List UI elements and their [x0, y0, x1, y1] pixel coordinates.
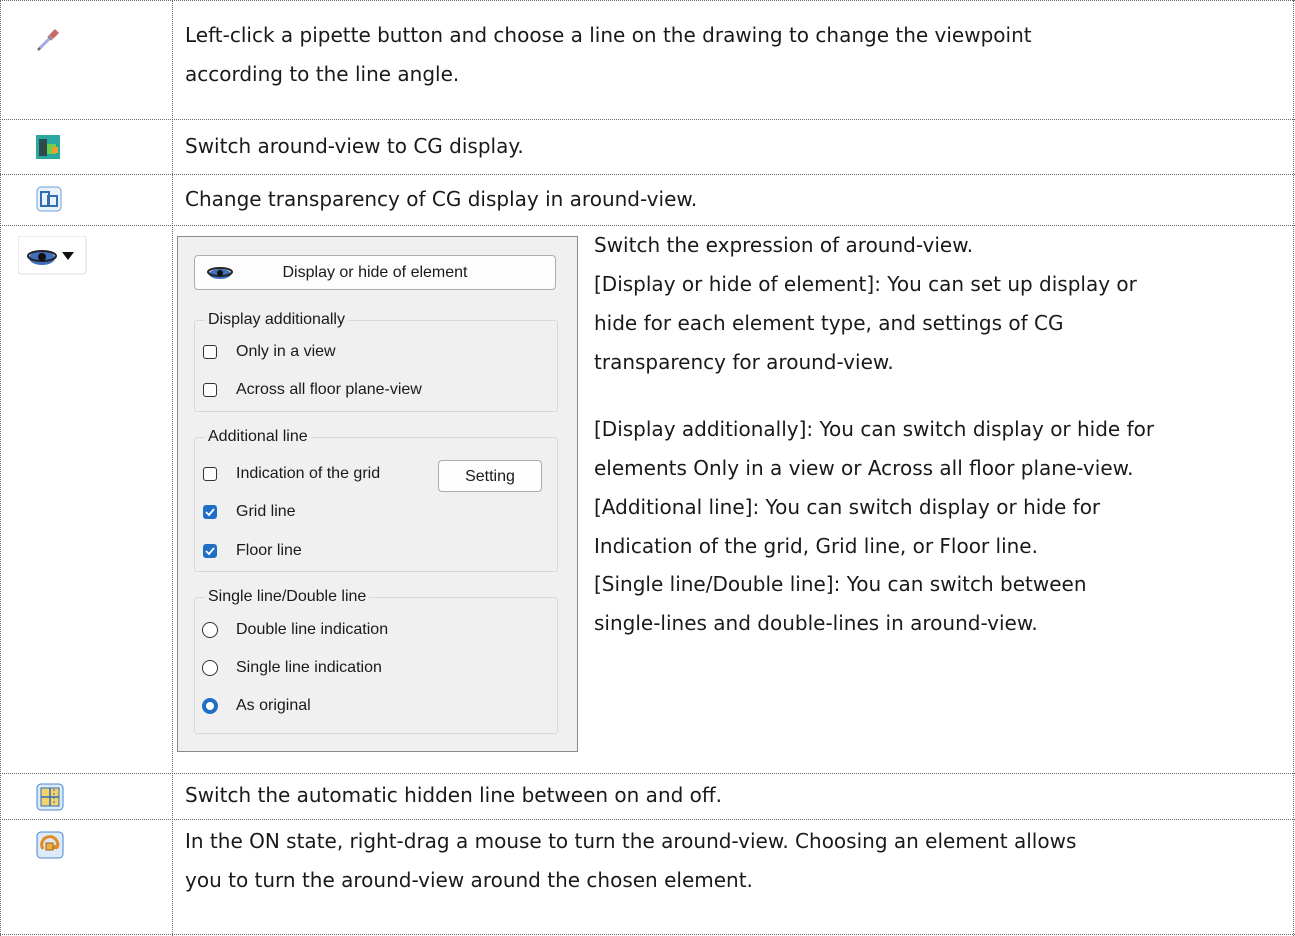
- radio-label: Double line indication: [236, 621, 389, 638]
- pipette-icon[interactable]: [36, 26, 62, 56]
- turn-view-icon[interactable]: [36, 831, 64, 863]
- row-description: Switch the automatic hidden line between…: [185, 776, 722, 815]
- description-line: Switch the automatic hidden line between…: [185, 783, 723, 807]
- help-table: Left-click a pipette button and choose a…: [0, 0, 1295, 936]
- description-line: [Display additionally]: You can switch d…: [594, 417, 1155, 441]
- checkbox-label: Floor line: [236, 542, 302, 559]
- description-line: Switch around-view to CG display.: [185, 134, 524, 158]
- description-line: [Display or hide of element]: You can se…: [594, 272, 1137, 296]
- description-line: In the ON state, right-drag a mouse to t…: [185, 829, 1077, 853]
- description-line: according to the line angle.: [185, 62, 460, 86]
- description-line: Indication of the grid, Grid line, or Fl…: [594, 534, 1038, 558]
- double-line-radio[interactable]: [202, 622, 218, 638]
- radio-label: As original: [236, 697, 311, 714]
- checkmark-icon: [205, 547, 215, 556]
- row-divider: [0, 225, 1295, 226]
- group-title: Single line/Double line: [205, 588, 370, 606]
- description-line: elements Only in a view or Across all fl…: [594, 456, 1134, 480]
- row-divider: [0, 819, 1295, 820]
- description-line: transparency for around-view.: [594, 350, 894, 374]
- checkbox-label: Indication of the grid: [236, 465, 381, 482]
- row-divider: [0, 0, 1295, 1]
- checkmark-icon: [205, 508, 215, 517]
- description-line: [Additional line]: You can switch displa…: [594, 495, 1101, 519]
- only-in-a-view-checkbox[interactable]: [203, 345, 217, 359]
- row-description: In the ON state, right-drag a mouse to t…: [185, 822, 1076, 900]
- group-title: Additional line: [205, 428, 311, 446]
- description-line: Left-click a pipette button and choose a…: [185, 23, 1032, 47]
- cg-display-icon[interactable]: [36, 135, 60, 163]
- button-label: Display or hide of element: [282, 264, 468, 281]
- row-divider: [0, 119, 1295, 120]
- hidden-line-icon[interactable]: [36, 783, 64, 815]
- description-line: hide for each element type, and settings…: [594, 311, 1064, 335]
- display-or-hide-element-button[interactable]: Display or hide of element: [194, 255, 556, 290]
- row-description: Switch around-view to CG display.: [185, 127, 524, 166]
- checkbox-label: Grid line: [236, 503, 296, 520]
- group-title: Display additionally: [205, 311, 348, 329]
- checkbox-label: Only in a view: [236, 343, 336, 360]
- across-all-floor-checkbox[interactable]: [203, 383, 217, 397]
- as-original-radio[interactable]: [202, 698, 218, 714]
- description-line: Change transparency of CG display in aro…: [185, 187, 698, 211]
- row-description: Left-click a pipette button and choose a…: [185, 16, 1032, 94]
- grid-line-checkbox[interactable]: [203, 505, 217, 519]
- setting-button[interactable]: Setting: [438, 460, 542, 492]
- radio-label: Single line indication: [236, 659, 382, 676]
- indication-of-grid-checkbox[interactable]: [203, 467, 217, 481]
- row-divider: [0, 773, 1295, 774]
- description-line: single-lines and double-lines in around-…: [594, 611, 1038, 635]
- button-label: Setting: [465, 468, 515, 485]
- row-divider: [0, 174, 1295, 175]
- description-line: Switch the expression of around-view.: [594, 233, 974, 257]
- row-divider: [0, 934, 1295, 935]
- eye-dropdown-button[interactable]: [17, 235, 88, 280]
- single-line-radio[interactable]: [202, 660, 218, 676]
- table-border-right: [1293, 0, 1294, 936]
- checkbox-label: Across all floor plane-view: [236, 381, 422, 398]
- cg-transparency-icon[interactable]: [36, 186, 62, 216]
- table-border-left: [0, 0, 1, 936]
- table-column-divider: [172, 0, 173, 936]
- description-line: [Single line/Double line]: You can switc…: [594, 572, 1087, 596]
- floor-line-checkbox[interactable]: [203, 544, 217, 558]
- description-line: you to turn the around-view around the c…: [185, 868, 753, 892]
- row-description: Change transparency of CG display in aro…: [185, 180, 697, 219]
